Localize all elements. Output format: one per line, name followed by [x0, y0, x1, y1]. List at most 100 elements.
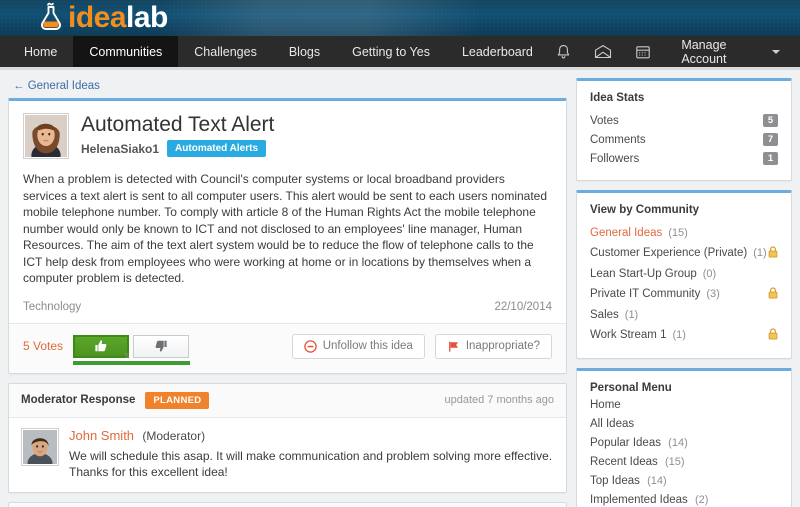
personal-menu-item-all-ideas[interactable]: All Ideas: [590, 414, 778, 433]
personal-menu-item-popular-ideas[interactable]: Popular Ideas (14): [590, 433, 778, 452]
status-badge: PLANNED: [145, 391, 210, 409]
manage-account-menu[interactable]: Manage Account: [667, 38, 786, 66]
community-item-general-ideas[interactable]: General Ideas (15): [590, 223, 778, 242]
inappropriate-label: Inappropriate?: [465, 340, 540, 352]
community-item-lean-startup-group[interactable]: Lean Start-Up Group (0): [590, 264, 778, 283]
vote-row: 5 Votes 5 Unfollow this idea Inappropria…: [9, 323, 566, 373]
stat-row-votes: Votes 5: [590, 111, 778, 130]
stat-value-comments: 7: [763, 133, 778, 146]
personal-menu-item-implemented-ideas[interactable]: Implemented Ideas (2): [590, 490, 778, 507]
stat-row-comments: Comments 7: [590, 130, 778, 149]
flask-icon: [40, 2, 62, 30]
vote-count-label: 5 Votes: [23, 339, 64, 353]
nav-item-blogs[interactable]: Blogs: [273, 36, 336, 67]
personal-menu-item-home[interactable]: Home: [590, 395, 778, 414]
logo-text-lab: lab: [126, 1, 168, 34]
community-count: (1): [753, 247, 767, 259]
view-by-community-title: View by Community: [590, 204, 700, 216]
community-item-work-stream-1[interactable]: Work Stream 1 (1): [590, 324, 778, 346]
community-name: Customer Experience (Private): [590, 247, 748, 259]
vote-progress-bar: [73, 360, 191, 365]
breadcrumb[interactable]: ← General Ideas: [13, 80, 567, 92]
personal-menu-count: (14): [668, 436, 688, 449]
moderator-avatar-image: [23, 429, 57, 464]
lock-icon: [768, 327, 778, 343]
stat-label-votes: Votes: [590, 114, 619, 127]
moderator-response-title: Moderator Response: [21, 394, 136, 406]
community-item-customer-experience[interactable]: Customer Experience (Private) (1): [590, 242, 778, 264]
community-name: Lean Start-Up Group: [590, 267, 697, 280]
site-banner: idealab: [0, 0, 800, 36]
moderator-name[interactable]: John Smith: [69, 428, 134, 443]
logo-wordmark: idealab: [68, 3, 168, 33]
personal-menu-title: Personal Menu: [590, 382, 672, 394]
vote-button-group: 5: [73, 334, 191, 365]
community-count: (3): [706, 288, 720, 300]
personal-menu-count: (14): [647, 474, 667, 487]
nav-items: Home Communities Challenges Blogs Gettin…: [0, 36, 549, 67]
vote-bar-value: 5: [125, 352, 129, 360]
moderator-message: We will schedule this asap. It will make…: [69, 448, 553, 479]
manage-account-label: Manage Account: [681, 37, 727, 66]
nav-item-home[interactable]: Home: [8, 36, 73, 67]
envelope-icon[interactable]: [588, 35, 617, 69]
idea-description: When a problem is detected with Council'…: [23, 172, 548, 285]
personal-menu-count: (2): [695, 493, 709, 506]
moderator-response-header: Moderator Response PLANNED updated 7 mon…: [9, 383, 566, 418]
vote-progress-fill: [73, 360, 191, 365]
personal-menu-label: Popular Ideas: [590, 436, 661, 449]
stat-label-followers: Followers: [590, 152, 640, 165]
idea-stats-title: Idea Stats: [590, 92, 645, 104]
chevron-down-icon: [772, 49, 780, 54]
avatar: [23, 113, 69, 159]
bell-icon[interactable]: [549, 35, 578, 69]
site-logo[interactable]: idealab: [38, 0, 168, 36]
personal-menu-label: Implemented Ideas: [590, 493, 688, 506]
calendar-icon[interactable]: [628, 35, 657, 69]
moderator-name-row: John Smith (Moderator): [69, 428, 554, 443]
sidebar: Idea Stats Votes 5 Comments 7 Followers …: [576, 78, 792, 507]
community-count: (1): [672, 329, 686, 341]
inappropriate-button[interactable]: Inappropriate?: [434, 333, 552, 359]
vote-up-button[interactable]: [73, 334, 130, 358]
vote-down-button[interactable]: [133, 334, 190, 358]
flag-icon: [448, 341, 458, 352]
thumbs-down-icon: [155, 340, 167, 352]
page-title: Automated Text Alert: [81, 113, 275, 136]
circle-minus-icon: [303, 339, 317, 353]
community-item-private-it-community[interactable]: Private IT Community (3): [590, 283, 778, 305]
idea-stats-card: Idea Stats Votes 5 Comments 7 Followers …: [576, 78, 792, 181]
nav-item-leaderboard[interactable]: Leaderboard: [446, 36, 549, 67]
personal-menu-item-top-ideas[interactable]: Top Ideas (14): [590, 471, 778, 490]
stat-row-followers: Followers 1: [590, 149, 778, 168]
moderator-response-text-block: John Smith (Moderator) We will schedule …: [69, 428, 554, 480]
personal-menu-label: All Ideas: [590, 417, 635, 430]
thumbs-up-icon: [95, 340, 107, 352]
community-name: Work Stream 1: [590, 329, 667, 341]
main-navbar: Home Communities Challenges Blogs Gettin…: [0, 36, 800, 70]
idea-date: 22/10/2014: [494, 300, 552, 313]
moderator-role: (Moderator): [142, 428, 206, 443]
comments-header: Comments (7) Order by Newest First: [9, 502, 566, 507]
nav-item-getting-to-yes[interactable]: Getting to Yes: [336, 36, 446, 67]
community-name: Sales: [590, 308, 619, 321]
idea-header-text: Automated Text Alert HelenaSiako1 Automa…: [81, 113, 274, 159]
moderator-response-body: John Smith (Moderator) We will schedule …: [9, 418, 566, 492]
comments-card: Comments (7) Order by Newest First: [8, 501, 567, 507]
idea-author[interactable]: HelenaSiako1: [81, 142, 159, 156]
moderator-avatar: [21, 427, 59, 466]
unfollow-idea-button[interactable]: Unfollow this idea: [291, 333, 425, 359]
nav-item-communities[interactable]: Communities: [73, 36, 179, 67]
personal-menu-card: Personal Menu Home All Ideas Popular Ide…: [576, 368, 792, 507]
idea-tag-badge[interactable]: Automated Alerts: [167, 140, 267, 157]
nav-item-challenges[interactable]: Challenges: [178, 36, 273, 67]
idea-header: Automated Text Alert HelenaSiako1 Automa…: [9, 101, 566, 163]
personal-menu-item-recent-ideas[interactable]: Recent Ideas (15): [590, 452, 778, 471]
community-item-sales[interactable]: Sales (1): [590, 305, 778, 324]
stat-value-followers: 1: [763, 152, 778, 165]
avatar-image: [25, 115, 67, 157]
idea-category[interactable]: Technology: [23, 301, 81, 313]
personal-menu-label: Top Ideas: [590, 474, 640, 487]
community-name: Private IT Community: [590, 288, 701, 300]
community-count: (1): [624, 308, 639, 321]
